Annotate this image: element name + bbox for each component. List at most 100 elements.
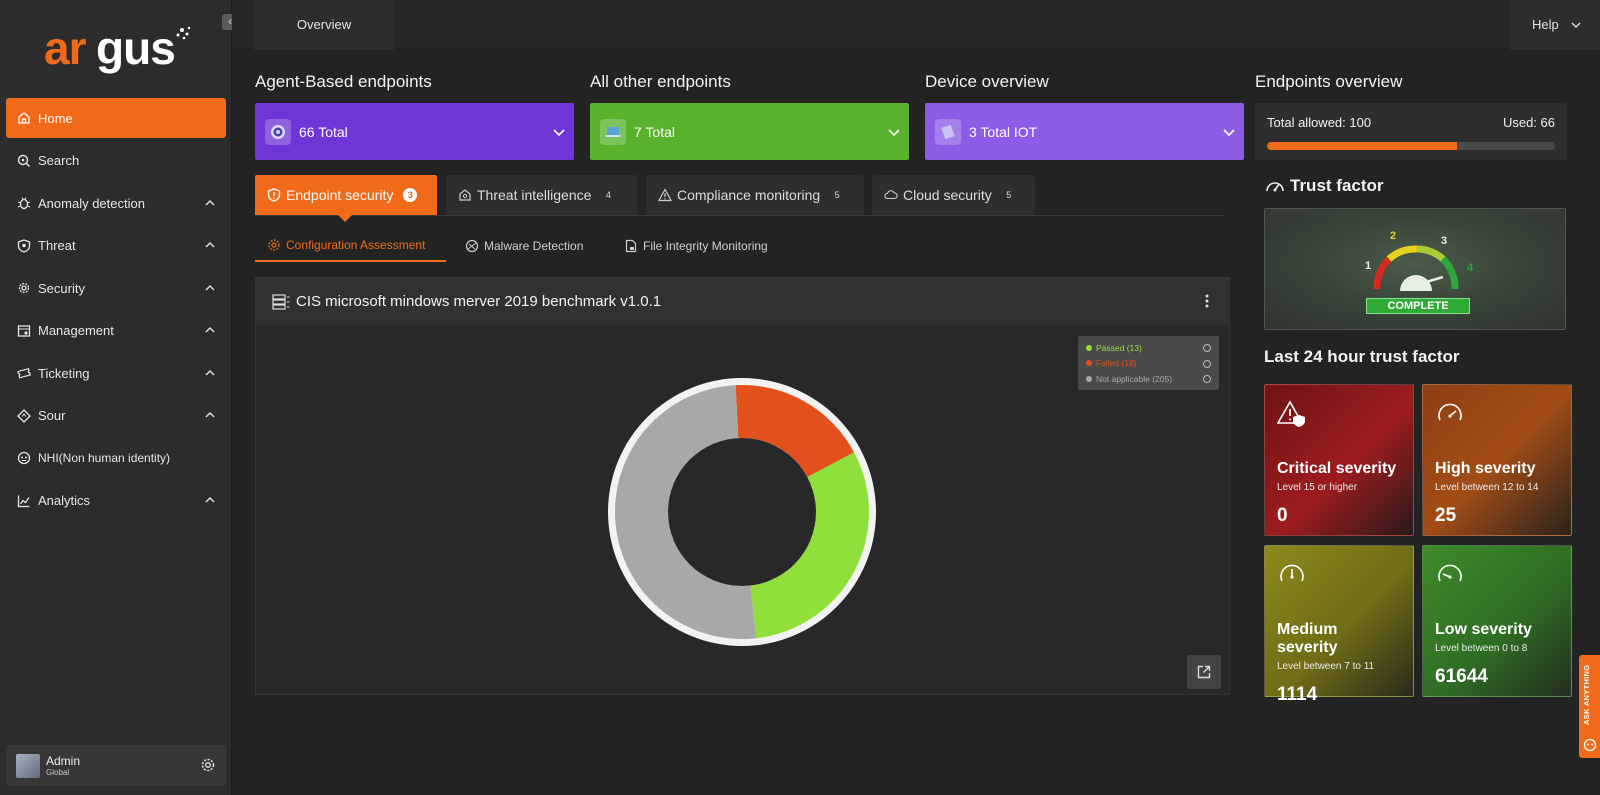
- sidebar-item-sour[interactable]: Sour: [6, 395, 226, 436]
- critical-severity-card[interactable]: Critical severity Level 15 or higher 0: [1264, 384, 1414, 536]
- tab-badge: 5: [1006, 190, 1012, 200]
- management-icon: [16, 323, 32, 339]
- sidebar-nav: Home Search Anomaly detection Threat Sec…: [6, 98, 226, 523]
- bug-icon: [16, 195, 32, 211]
- sidebar-item-label: Sour: [38, 408, 66, 423]
- tab-endpoint-security[interactable]: Endpoint security 3: [255, 175, 437, 215]
- tab-label: Endpoint security: [286, 187, 394, 203]
- subtab-file-integrity-monitoring[interactable]: File Integrity Monitoring: [612, 230, 780, 262]
- info-icon[interactable]: [1203, 344, 1211, 352]
- speedometer-high-icon: [1438, 403, 1462, 421]
- low-severity-card[interactable]: Low severity Level between 0 to 8 61644: [1422, 545, 1572, 697]
- speedometer-icon: [1266, 182, 1284, 192]
- sidebar: ar gus Home Search Anomaly detection Thr…: [0, 0, 232, 795]
- sidebar-item-management[interactable]: Management: [6, 310, 226, 351]
- medium-severity-card[interactable]: Medium severity Level between 7 to 11 11…: [1264, 545, 1414, 705]
- sidebar-item-label: Analytics: [38, 493, 91, 508]
- tab-compliance-monitoring[interactable]: Compliance monitoring 5: [646, 175, 864, 215]
- sidebar-item-nhi[interactable]: NHI(Non human identity): [6, 438, 226, 479]
- high-severity-card[interactable]: High severity Level between 12 to 14 25: [1422, 384, 1572, 536]
- legend-item-not-applicable[interactable]: Not applicable (205): [1086, 371, 1211, 387]
- svg-text:ar: ar: [44, 24, 87, 74]
- external-link-icon: [1197, 665, 1211, 679]
- sidebar-item-home[interactable]: Home: [6, 98, 226, 138]
- legend-swatch: [1086, 360, 1092, 367]
- sidebar-item-anomaly-detection[interactable]: Anomaly detection: [6, 183, 226, 224]
- chevron-up-icon: [205, 199, 215, 206]
- tab-badge: 3: [403, 188, 418, 202]
- subtab-label: File Integrity Monitoring: [643, 239, 768, 253]
- agent-endpoints-title: Agent-Based endpoints: [255, 72, 432, 91]
- info-icon[interactable]: [1203, 359, 1211, 368]
- legend-item-failed[interactable]: Failed (18): [1086, 356, 1211, 372]
- legend-swatch: [1086, 344, 1092, 351]
- info-icon[interactable]: [1203, 375, 1211, 383]
- usage-progress-bar: [1267, 142, 1555, 150]
- severity-subtitle: Level 15 or higher: [1277, 482, 1358, 493]
- sidebar-item-threat[interactable]: Threat: [6, 225, 226, 266]
- chevron-down-icon: [888, 129, 900, 137]
- sidebar-item-security[interactable]: Security: [6, 268, 226, 309]
- iot-device-icon: [935, 118, 961, 145]
- trust-factor-title: Trust factor: [1264, 176, 1384, 196]
- chevron-up-icon: [205, 369, 215, 376]
- chevron-down-icon: [1571, 22, 1581, 29]
- diamond-icon: [16, 408, 32, 424]
- total-allowed: Total allowed: 100: [1267, 115, 1372, 130]
- sidebar-item-search[interactable]: Search: [6, 140, 226, 181]
- tab-overview[interactable]: Overview: [254, 0, 394, 50]
- more-options-icon[interactable]: [1205, 293, 1209, 309]
- legend-label: Not applicable (205): [1096, 373, 1173, 384]
- settings-gear-icon[interactable]: [200, 757, 216, 773]
- ask-anything-button[interactable]: ASK ANYTHING: [1579, 655, 1600, 758]
- user-name: Admin: [46, 753, 81, 768]
- security-gear-icon: [16, 280, 32, 296]
- legend-item-passed[interactable]: Passed (13): [1086, 340, 1211, 356]
- subtabs: Configuration Assessment Malware Detecti…: [255, 230, 1225, 262]
- ask-anything-label: ASK ANYTHING: [1582, 664, 1591, 725]
- expand-button[interactable]: [1187, 655, 1221, 689]
- subtab-malware-detection[interactable]: Malware Detection: [453, 230, 595, 262]
- avatar: [16, 753, 40, 778]
- laptop-icon: [600, 118, 626, 145]
- security-tabs: Endpoint security 3 Threat intelligence …: [255, 175, 1225, 216]
- sidebar-item-analytics[interactable]: Analytics: [6, 480, 226, 521]
- trust-factor-label: Trust factor: [1290, 176, 1384, 195]
- other-endpoints-total: 7 Total: [634, 123, 675, 140]
- user-role: Global: [46, 767, 70, 777]
- file-lock-icon: [624, 239, 638, 253]
- device-overview-dropdown[interactable]: 3 Total IOT: [925, 103, 1244, 160]
- severity-value: 25: [1435, 505, 1457, 526]
- other-endpoints-title: All other endpoints: [590, 72, 731, 91]
- used-count: Used: 66: [1502, 115, 1555, 130]
- severity-subtitle: Level between 7 to 11: [1277, 661, 1375, 672]
- severity-value: 1114: [1277, 684, 1318, 705]
- severity-subtitle: Level between 12 to 14: [1435, 482, 1539, 493]
- help-menu[interactable]: Help: [1510, 0, 1600, 50]
- robot-icon: [16, 450, 32, 466]
- tab-badge: 5: [834, 190, 840, 200]
- sidebar-item-ticketing[interactable]: Ticketing: [6, 353, 226, 394]
- subtab-label: Configuration Assessment: [286, 238, 426, 252]
- legend-swatch: [1086, 375, 1092, 382]
- malware-icon: [465, 239, 479, 253]
- user-info: Admin Global: [46, 753, 81, 777]
- last-24h-title: Last 24 hour trust factor: [1264, 347, 1460, 366]
- topbar: Overview Help: [232, 0, 1600, 50]
- agent-endpoints-dropdown[interactable]: 66 Total: [255, 103, 574, 160]
- help-label: Help: [1532, 17, 1559, 32]
- severity-value: 61644: [1435, 666, 1488, 687]
- other-endpoints-dropdown[interactable]: 7 Total: [590, 103, 909, 160]
- user-profile[interactable]: Admin Global: [6, 745, 226, 786]
- cloud-icon: [884, 188, 898, 202]
- tab-threat-intelligence[interactable]: Threat intelligence 4: [446, 175, 637, 215]
- speedometer-medium-icon: [1280, 564, 1304, 582]
- tab-cloud-security[interactable]: Cloud security 5: [872, 175, 1035, 215]
- argus-logo[interactable]: ar gus: [44, 24, 194, 74]
- benchmark-panel: CIS microsoft mindows merver 2019 benchm…: [255, 277, 1230, 695]
- subtab-configuration-assessment[interactable]: Configuration Assessment: [255, 230, 446, 262]
- panel-header: CIS microsoft mindows merver 2019 benchm…: [256, 278, 1229, 325]
- trust-status-badge: COMPLETE: [1366, 298, 1470, 314]
- target-icon: [265, 118, 291, 145]
- device-overview-total: 3 Total IOT: [969, 123, 1038, 140]
